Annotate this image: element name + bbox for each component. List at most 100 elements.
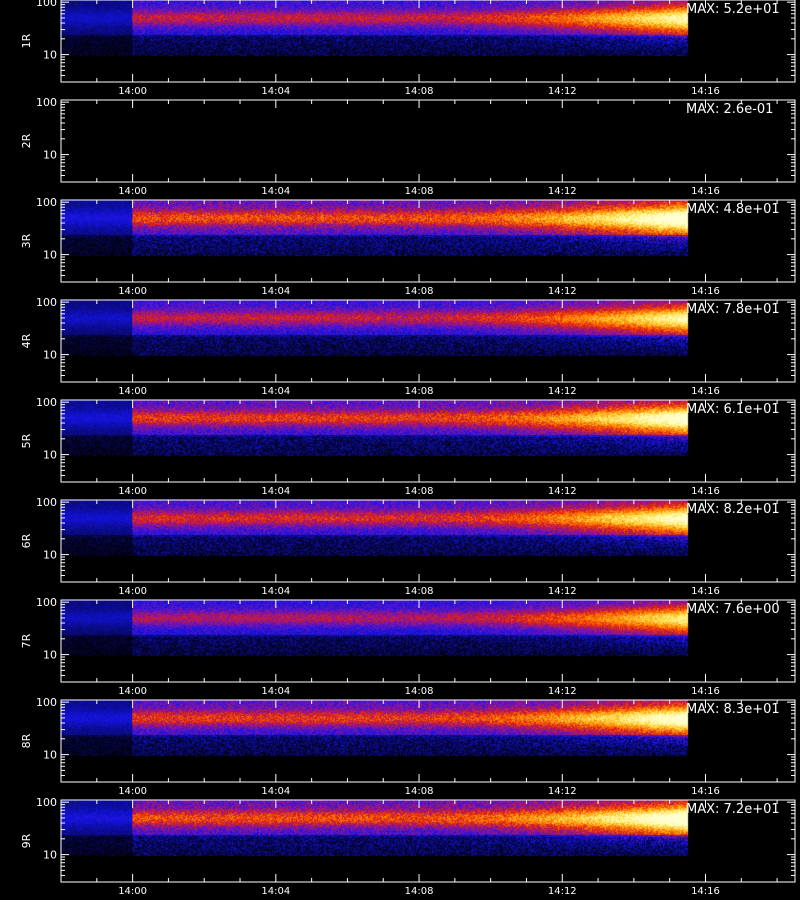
x-tick-label: 14:00 [118, 686, 147, 697]
max-label: MAX: 8.2e+01 [686, 502, 780, 517]
x-tick-label: 14:08 [405, 486, 434, 497]
x-tick-label: 14:16 [691, 686, 720, 697]
x-tick-label: 14:04 [261, 286, 290, 297]
x-tick-label: 14:12 [548, 486, 577, 497]
x-tick-label: 14:04 [261, 386, 290, 397]
panel-name: 2R [20, 133, 33, 148]
y-tick-label: 100 [36, 596, 57, 609]
panel-1R: 100 10 14:00 14:04 14:08 14:12 14:16 1R MAX: 5.2… [20, 0, 796, 97]
y-tick-label: 100 [36, 396, 57, 409]
max-label: MAX: 7.8e+01 [686, 302, 780, 317]
y-tick-label: 10 [43, 149, 57, 162]
x-tick-label: 14:08 [405, 86, 434, 97]
y-tick-label: 10 [43, 349, 57, 362]
x-tick-label: 14:00 [118, 286, 147, 297]
max-label: MAX: 7.2e+01 [686, 802, 780, 817]
x-tick-label: 14:00 [118, 586, 147, 597]
panel-5R: 100 10 14:00 14:04 14:08 14:12 14:16 5R MAX: 6.1… [20, 396, 796, 497]
y-tick-label: 10 [43, 249, 57, 262]
x-tick-label: 14:00 [118, 886, 147, 897]
x-tick-label: 14:12 [548, 586, 577, 597]
panel-name: 8R [20, 733, 33, 748]
x-tick-label: 14:12 [548, 186, 577, 197]
y-tick-label: 100 [36, 796, 57, 809]
panel-2R: 100 10 14:00 14:04 14:08 14:12 14:16 2R MAX: 2.6… [20, 96, 796, 197]
max-label: MAX: 2.6e-01 [686, 102, 773, 117]
x-tick-label: 14:12 [548, 286, 577, 297]
panel-name: 4R [20, 333, 33, 348]
x-tick-label: 14:00 [118, 786, 147, 797]
x-tick-label: 14:16 [691, 486, 720, 497]
x-tick-label: 14:12 [548, 686, 577, 697]
y-tick-label: 100 [36, 0, 57, 9]
x-tick-label: 14:12 [548, 386, 577, 397]
max-label: MAX: 4.8e+01 [686, 202, 780, 217]
y-tick-label: 100 [36, 696, 57, 709]
panel-name: 1R [20, 33, 33, 48]
y-tick-label: 10 [43, 49, 57, 62]
panel-name: 6R [20, 533, 33, 548]
x-tick-label: 14:08 [405, 786, 434, 797]
spectrogram-image-8R [61, 700, 795, 782]
spectrogram-image-1R [61, 0, 795, 82]
x-tick-label: 14:08 [405, 686, 434, 697]
x-tick-label: 14:04 [261, 686, 290, 697]
x-tick-label: 14:16 [691, 86, 720, 97]
spectrogram-panels: 100 10 14:00 14:04 14:08 14:12 14:16 1R MAX: 5.2… [20, 0, 796, 897]
x-tick-label: 14:08 [405, 586, 434, 597]
x-tick-label: 14:08 [405, 386, 434, 397]
spectrogram-image-3R [61, 200, 795, 282]
spectrogram-image-5R [61, 400, 795, 482]
y-tick-label: 100 [36, 496, 57, 509]
spectrogram-image-2R [61, 100, 795, 182]
max-label: MAX: 8.3e+01 [686, 702, 780, 717]
x-tick-label: 14:04 [261, 586, 290, 597]
panel-6R: 100 10 14:00 14:04 14:08 14:12 14:16 6R MAX: 8.2… [20, 496, 796, 597]
spectrogram-figure: 100 10 14:00 14:04 14:08 14:12 14:16 1R MAX: 5.2… [0, 0, 800, 900]
panel-name: 3R [20, 233, 33, 248]
x-tick-label: 14:16 [691, 586, 720, 597]
x-tick-label: 14:08 [405, 286, 434, 297]
x-tick-label: 14:04 [261, 886, 290, 897]
x-tick-label: 14:00 [118, 86, 147, 97]
x-tick-label: 14:16 [691, 386, 720, 397]
y-tick-label: 10 [43, 649, 57, 662]
y-tick-label: 10 [43, 549, 57, 562]
x-tick-label: 14:00 [118, 486, 147, 497]
x-tick-label: 14:16 [691, 786, 720, 797]
x-tick-label: 14:16 [691, 886, 720, 897]
max-label: MAX: 7.6e+00 [686, 602, 780, 617]
x-tick-label: 14:04 [261, 486, 290, 497]
max-label: MAX: 5.2e+01 [686, 2, 780, 17]
max-label: MAX: 6.1e+01 [686, 402, 780, 417]
panel-name: 5R [20, 433, 33, 448]
spectrogram-image-4R [61, 300, 795, 382]
y-tick-label: 100 [36, 196, 57, 209]
x-tick-label: 14:00 [118, 186, 147, 197]
spectrogram-image-9R [61, 800, 795, 882]
x-tick-label: 14:04 [261, 786, 290, 797]
spectrogram-image-6R [61, 500, 795, 582]
x-tick-label: 14:00 [118, 386, 147, 397]
y-tick-label: 10 [43, 849, 57, 862]
x-tick-label: 14:16 [691, 186, 720, 197]
y-tick-label: 100 [36, 96, 57, 109]
x-tick-label: 14:04 [261, 186, 290, 197]
panel-7R: 100 10 14:00 14:04 14:08 14:12 14:16 7R MAX: 7.6… [20, 596, 796, 697]
y-tick-label: 10 [43, 749, 57, 762]
x-tick-label: 14:08 [405, 186, 434, 197]
y-tick-label: 10 [43, 449, 57, 462]
x-tick-label: 14:16 [691, 286, 720, 297]
x-tick-label: 14:12 [548, 786, 577, 797]
x-tick-label: 14:12 [548, 86, 577, 97]
x-tick-label: 14:04 [261, 86, 290, 97]
panel-9R: 100 10 14:00 14:04 14:08 14:12 14:16 9R MAX: 7.2… [20, 796, 796, 897]
panel-8R: 100 10 14:00 14:04 14:08 14:12 14:16 8R MAX: 8.3… [20, 696, 796, 797]
panel-name: 7R [20, 633, 33, 648]
x-tick-label: 14:08 [405, 886, 434, 897]
spectrogram-image-7R [61, 600, 795, 682]
panel-name: 9R [20, 833, 33, 848]
x-tick-label: 14:12 [548, 886, 577, 897]
y-tick-label: 100 [36, 296, 57, 309]
panel-4R: 100 10 14:00 14:04 14:08 14:12 14:16 4R MAX: 7.8… [20, 296, 796, 397]
